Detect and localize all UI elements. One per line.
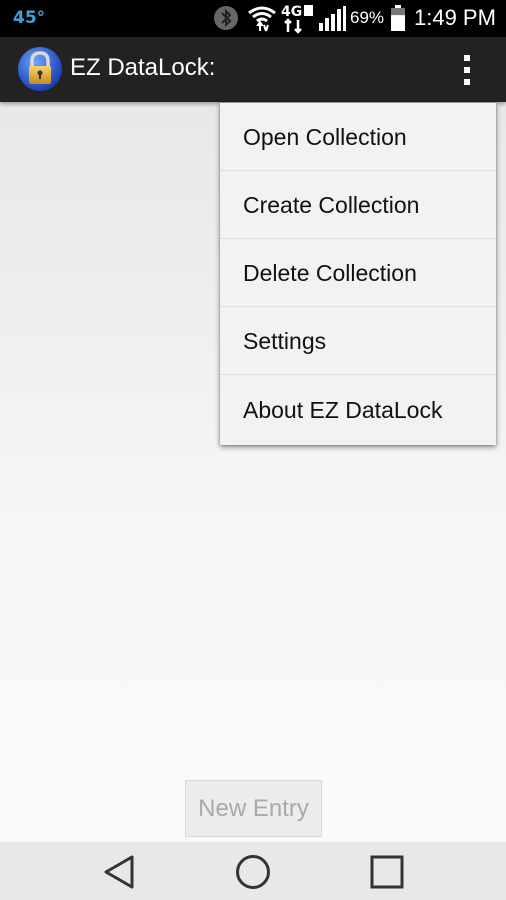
app-screen: 45° 4G 69% 1:49 PM EZ DataLock: Open Col… <box>0 0 506 900</box>
navigation-bar <box>0 842 506 900</box>
action-bar: EZ DataLock: <box>0 37 506 102</box>
wifi-icon <box>248 6 276 32</box>
new-entry-button[interactable]: New Entry <box>185 780 322 837</box>
status-bar: 45° 4G 69% 1:49 PM <box>0 0 506 37</box>
overflow-menu-icon <box>464 67 470 73</box>
recents-icon[interactable] <box>369 854 405 890</box>
menu-item-settings[interactable]: Settings <box>220 307 496 375</box>
svg-text:4G: 4G <box>281 4 302 20</box>
overflow-menu: Open Collection Create Collection Delete… <box>220 103 496 445</box>
menu-item-open-collection[interactable]: Open Collection <box>220 103 496 171</box>
lte-icon: 4G <box>281 4 313 34</box>
signal-icon <box>319 6 346 31</box>
battery-percent-text: 69% <box>350 8 385 27</box>
overflow-menu-icon <box>464 55 470 61</box>
overflow-menu-icon <box>464 79 470 85</box>
bluetooth-icon <box>214 6 238 30</box>
back-icon[interactable] <box>102 854 138 890</box>
menu-item-create-collection[interactable]: Create Collection <box>220 171 496 239</box>
battery-icon <box>391 5 405 31</box>
home-icon[interactable] <box>234 853 272 891</box>
clock-text: 1:49 PM <box>414 5 496 30</box>
menu-item-about[interactable]: About EZ DataLock <box>220 375 496 445</box>
menu-item-delete-collection[interactable]: Delete Collection <box>220 239 496 307</box>
app-title: EZ DataLock: <box>70 54 216 81</box>
overflow-menu-button[interactable] <box>450 47 484 93</box>
temperature-text: 45° <box>13 8 46 28</box>
padlock-icon <box>18 47 62 91</box>
